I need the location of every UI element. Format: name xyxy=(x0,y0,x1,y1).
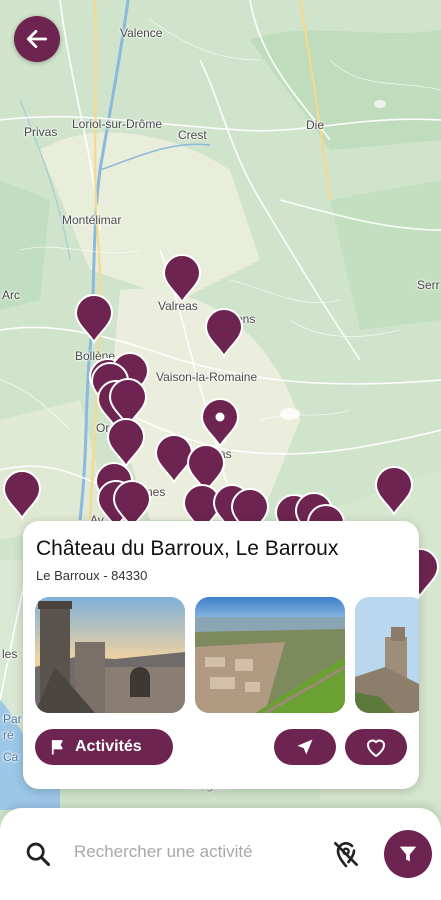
map-pin[interactable] xyxy=(2,470,42,520)
place-label-loriol: Loriol-sur-Drôme xyxy=(72,117,163,131)
place-label-crest: Crest xyxy=(178,128,207,142)
search-icon[interactable] xyxy=(24,840,52,868)
activities-button[interactable]: Activités xyxy=(35,729,173,765)
map-pin[interactable] xyxy=(74,294,114,344)
map-pin[interactable] xyxy=(162,254,202,304)
activities-label: Activités xyxy=(75,738,142,755)
map-pin[interactable] xyxy=(374,466,414,516)
place-label-les: les xyxy=(2,647,18,661)
place-subtitle: Le Barroux - 84330 xyxy=(36,568,148,583)
map-pin[interactable] xyxy=(204,308,244,358)
photo-carousel[interactable] xyxy=(35,597,419,713)
place-title: Château du Barroux, Le Barroux xyxy=(36,537,339,560)
place-label-region: ré xyxy=(3,728,14,742)
photo-village-view[interactable] xyxy=(195,597,345,713)
location-off-icon[interactable] xyxy=(330,838,362,870)
place-label-arc: Arc xyxy=(2,288,20,302)
photo-castle-tower[interactable] xyxy=(35,597,185,713)
place-label-valence: Valence xyxy=(120,26,163,40)
filter-icon xyxy=(399,846,417,862)
place-label-vaison: Vaison-la-Romaine xyxy=(156,370,258,384)
place-label-privas: Privas xyxy=(24,125,58,139)
back-button[interactable] xyxy=(14,16,60,62)
search-bar xyxy=(0,808,441,900)
navigation-arrow-icon xyxy=(297,739,313,755)
map-pin[interactable] xyxy=(200,398,240,448)
place-label-die: Die xyxy=(306,118,325,132)
place-label-serres: Serr xyxy=(417,278,440,292)
place-label-parc: Par xyxy=(3,712,22,726)
map-pin[interactable] xyxy=(106,418,146,468)
navigate-button[interactable] xyxy=(274,729,336,765)
photo-castle-cliff[interactable] xyxy=(355,597,419,713)
place-label-montelimar: Montélimar xyxy=(62,213,122,227)
favorite-button[interactable] xyxy=(345,729,407,765)
filter-button[interactable] xyxy=(384,830,432,878)
flag-icon xyxy=(51,740,63,755)
arrow-left-icon xyxy=(26,30,48,48)
heart-icon xyxy=(367,739,385,757)
place-label-ca: Ca xyxy=(3,750,19,764)
place-card[interactable]: Château du Barroux, Le Barroux Le Barrou… xyxy=(23,521,419,789)
search-input[interactable] xyxy=(74,842,314,862)
